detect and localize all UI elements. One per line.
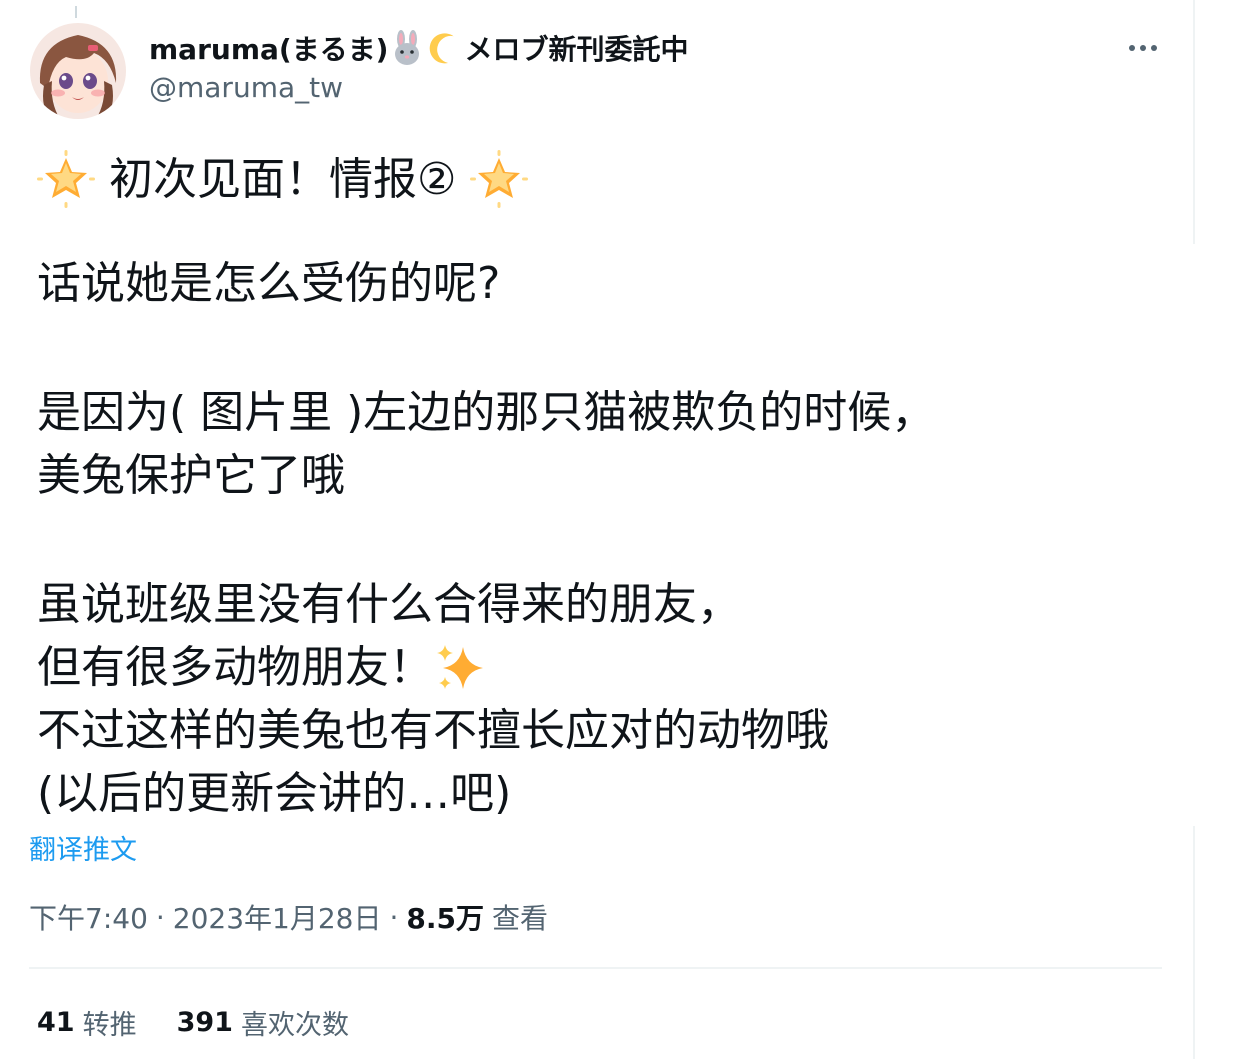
avatar-image xyxy=(30,23,126,119)
views-label: 查看 xyxy=(492,902,549,935)
display-name-suffix: メロブ新刊委託中 xyxy=(464,33,689,66)
avatar[interactable] xyxy=(30,23,126,119)
column-border-bottom xyxy=(1193,826,1195,1059)
display-name[interactable]: maruma(まるま) メロブ新刊委託中 xyxy=(149,28,689,68)
stats-divider xyxy=(29,967,1162,969)
retweets-count: 41 xyxy=(37,1006,75,1038)
sparkles-emoji-icon xyxy=(433,641,487,695)
retweets-stat[interactable]: 41 转推 xyxy=(37,1003,137,1042)
rabbit-emoji-icon xyxy=(389,30,425,66)
more-dots-icon xyxy=(1129,45,1157,51)
tweet-title: 初次见面！情报② xyxy=(109,153,457,205)
tweet-meta: 下午7:40 · 2023年1月28日 · 8.5万 查看 xyxy=(29,897,548,937)
tweet-line: 是因为( 图片里 )左边的那只猫被欺负的时候， xyxy=(37,387,936,438)
retweets-label: 转推 xyxy=(82,1009,137,1041)
tweet-text: 初次见面！情报② 话说她是怎么受伤的呢? 是因为( 图片里 )左边的那只猫被欺负… xyxy=(37,143,1177,825)
tweet-line: (以后的更新会讲的…吧) xyxy=(37,768,512,819)
tweet-line-with-sparkle: 但有很多动物朋友！ xyxy=(37,636,1177,699)
tweet-title-line: 初次见面！情报② xyxy=(37,143,1177,215)
display-name-text: maruma(まるま) xyxy=(149,33,389,66)
tweet-date[interactable]: 2023年1月28日 xyxy=(173,897,382,937)
column-border-top xyxy=(1193,0,1195,244)
top-tick-mark xyxy=(75,6,77,18)
tweet-line: 美兔保护它了哦 xyxy=(37,450,345,501)
meta-separator: · xyxy=(155,900,165,934)
engagement-stats: 41 转推 391 喜欢次数 xyxy=(37,1002,389,1042)
views-count: 8.5万 xyxy=(406,902,485,935)
likes-label: 喜欢次数 xyxy=(240,1009,349,1041)
tweet-line: 不过这样的美兔也有不擅长应对的动物哦 xyxy=(37,705,829,756)
tweet-line: 虽说班级里没有什么合得来的朋友， xyxy=(37,579,741,630)
glowing-star-emoji-icon xyxy=(37,150,95,208)
likes-count: 391 xyxy=(176,1006,233,1038)
tweet-line: 话说她是怎么受伤的呢? xyxy=(37,258,501,309)
tweet-line-text: 但有很多动物朋友！ xyxy=(37,642,433,693)
translate-tweet-link[interactable]: 翻译推文 xyxy=(29,828,137,867)
likes-stat[interactable]: 391 喜欢次数 xyxy=(177,1003,349,1042)
user-handle[interactable]: @maruma_tw xyxy=(149,71,343,104)
tweet-time[interactable]: 下午7:40 xyxy=(29,897,148,937)
crescent-moon-emoji-icon xyxy=(427,30,463,66)
more-options-button[interactable] xyxy=(1120,30,1166,66)
meta-separator: · xyxy=(389,900,399,934)
glowing-star-emoji-icon xyxy=(470,150,529,208)
